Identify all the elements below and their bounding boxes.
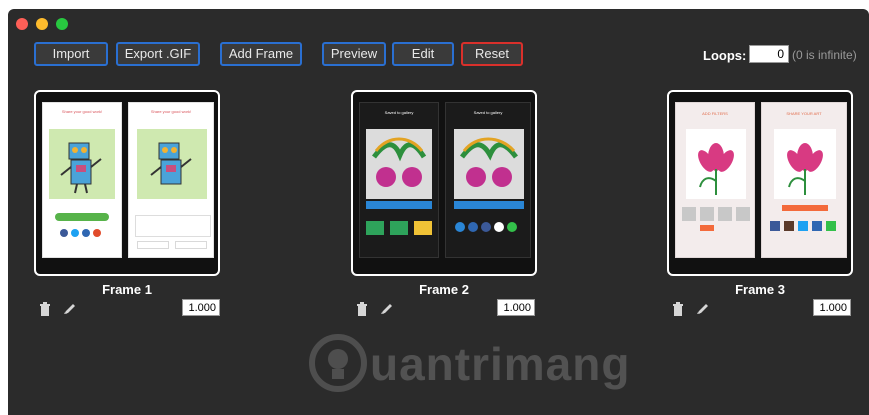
mandala-illustration <box>372 137 427 187</box>
pencil-icon-svg <box>697 304 708 314</box>
duration-input-3[interactable]: 1.000 <box>813 299 851 316</box>
edit-button[interactable]: Edit <box>392 42 454 66</box>
zoom-window-button[interactable] <box>56 18 68 30</box>
loops-hint: (0 is infinite) <box>792 48 857 62</box>
trash-icon[interactable] <box>354 301 370 317</box>
frame-thumbnail-3[interactable]: ADD FILTERS SHARE YOUR ART <box>667 90 853 276</box>
frame-3-share-row <box>770 219 840 231</box>
frame-1-label: Frame 1 <box>102 282 152 297</box>
loops-input[interactable]: 0 <box>749 45 789 63</box>
flower-illustration-2 <box>787 143 823 195</box>
export-gif-button[interactable]: Export .GIF <box>116 42 200 66</box>
frame-1-text-box <box>135 215 211 237</box>
frame-1-artwork-left <box>49 129 115 199</box>
frame-1-screen-right: Share your good work! <box>128 102 214 258</box>
loops-label: Loops: <box>703 48 747 63</box>
pencil-icon-svg <box>64 304 75 314</box>
trash-icon[interactable] <box>37 301 53 317</box>
trash-icon[interactable] <box>670 301 686 317</box>
import-button[interactable]: Import <box>34 42 108 66</box>
pencil-icon-svg <box>381 304 392 314</box>
frame-2-artwork-left <box>366 129 432 199</box>
frame-1-screen-left: Share your good work! <box>42 102 122 258</box>
lightbulb-icon <box>309 334 367 392</box>
app-window: Import Export .GIF Add Frame Preview Edi… <box>8 9 869 415</box>
frame-3-orange-bar <box>782 205 828 211</box>
frame-2-tile-2 <box>390 221 408 235</box>
filter-thumbnails <box>682 207 750 231</box>
frame-2-share-icons <box>455 222 517 232</box>
frame-1-button-right <box>175 241 207 249</box>
frame-2-blue-bar-right <box>454 201 524 209</box>
robot-illustration-2 <box>150 142 192 185</box>
watermark: uantrimang <box>308 327 631 401</box>
frame-3-artwork-left <box>686 129 746 199</box>
frame-3-screen-left: ADD FILTERS <box>675 102 755 258</box>
mandala-illustration-2 <box>460 137 518 187</box>
frame-3-filter-grid <box>682 207 750 233</box>
frame-3-screen-right: SHARE YOUR ART <box>761 102 847 258</box>
frame-thumbnail-2[interactable]: Saved to gallery Saved to gallery <box>351 90 537 276</box>
frame-1-artwork-right <box>137 129 207 199</box>
frame-2-blue-bar-left <box>366 201 432 209</box>
frame-2-screen-left: Saved to gallery <box>359 102 439 258</box>
share-icons <box>60 229 101 237</box>
frame-3-title-left: ADD FILTERS <box>702 111 728 116</box>
frame-1-button-left <box>137 241 169 249</box>
frame-1-share-icons <box>59 225 109 237</box>
preview-button[interactable]: Preview <box>322 42 386 66</box>
frame-3-artwork-right <box>774 129 836 199</box>
pencil-icon[interactable] <box>378 301 394 317</box>
reset-button[interactable]: Reset <box>461 42 523 66</box>
duration-input-1[interactable]: 1.000 <box>182 299 220 316</box>
frame-1-green-pill <box>55 213 109 221</box>
duration-input-2[interactable]: 1.000 <box>497 299 535 316</box>
close-window-button[interactable] <box>16 18 28 30</box>
frame-1-title-left: Share your good work! <box>61 109 103 114</box>
robot-illustration <box>60 142 102 194</box>
frame-2-tile-3 <box>414 221 432 235</box>
frame-2-label: Frame 2 <box>419 282 469 297</box>
frame-thumbnail-1[interactable]: Share your good work! Share your good wo… <box>34 90 220 276</box>
frame-2-title-right: Saved to gallery <box>473 110 503 115</box>
flower-illustration <box>698 143 734 195</box>
minimize-window-button[interactable] <box>36 18 48 30</box>
trash-icon-svg <box>673 302 683 316</box>
frame-2-title-left: Saved to gallery <box>384 110 414 115</box>
add-frame-button[interactable]: Add Frame <box>220 42 302 66</box>
trash-icon-svg <box>40 302 50 316</box>
frame-2-artwork-right <box>454 129 524 199</box>
frame-3-label: Frame 3 <box>735 282 785 297</box>
frame-2-screen-right: Saved to gallery <box>445 102 531 258</box>
watermark-text: uantrimang <box>370 338 631 390</box>
frame-3-title-right: SHARE YOUR ART <box>786 111 822 116</box>
frame-2-share-row <box>454 220 524 232</box>
frame-3-share-icons <box>770 221 836 231</box>
pencil-icon[interactable] <box>61 301 77 317</box>
frame-2-tile-1 <box>366 221 384 235</box>
pencil-icon[interactable] <box>694 301 710 317</box>
frame-1-title-right: Share your good work! <box>150 109 192 114</box>
trash-icon-svg <box>357 302 367 316</box>
